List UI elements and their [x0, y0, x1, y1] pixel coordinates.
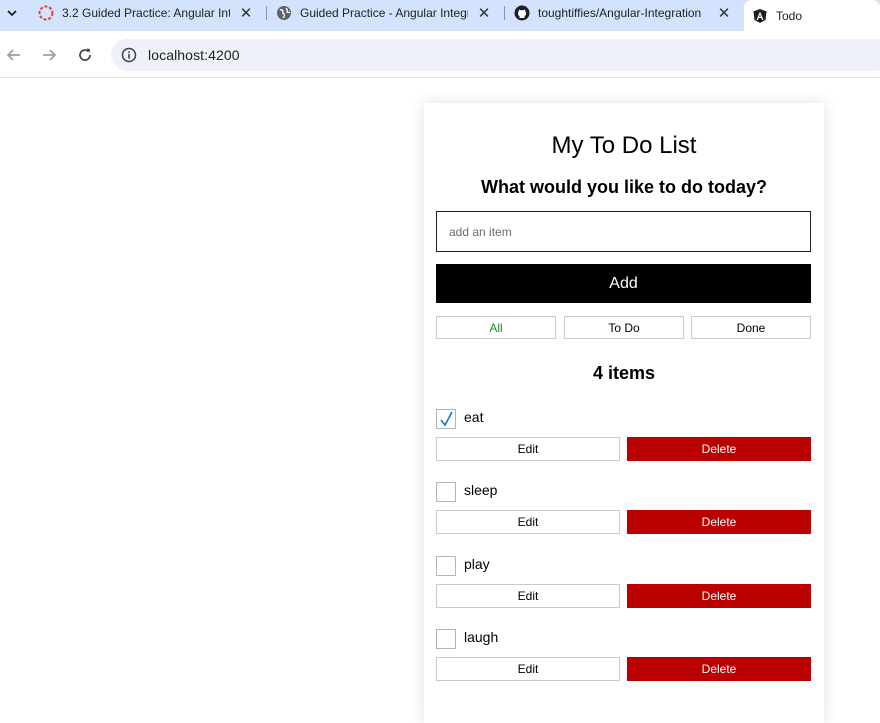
address-bar[interactable]: localhost:4200 [111, 39, 880, 71]
edit-button[interactable]: Edit [436, 437, 620, 461]
filter-done-button[interactable]: Done [691, 316, 811, 339]
tab-todo-active[interactable]: Todo [744, 0, 880, 31]
forward-arrow-icon [43, 49, 57, 61]
tab-strip: 3.2 Guided Practice: Angular Integration… [0, 0, 880, 31]
url-text: localhost:4200 [148, 47, 240, 63]
item-count: 4 items [592, 363, 656, 383]
delete-button[interactable]: Delete [627, 584, 811, 608]
back-arrow-icon [6, 49, 20, 61]
reload-button[interactable] [73, 43, 97, 67]
tab-canvas[interactable]: 3.2 Guided Practice: Angular Integration… [38, 0, 254, 26]
done-checkbox[interactable] [436, 409, 456, 429]
globe-icon [277, 6, 291, 20]
tab-title: Todo [776, 8, 803, 23]
edit-button[interactable]: Edit [436, 657, 620, 681]
angular-icon [753, 8, 767, 23]
todo-label: eat [464, 409, 484, 425]
done-checkbox[interactable] [436, 629, 456, 649]
filter-all-button[interactable]: All [436, 316, 556, 339]
close-icon[interactable]: ✕ [476, 5, 492, 22]
todo-label: sleep [464, 482, 498, 498]
tab-title: Guided Practice - Angular Integration [300, 6, 468, 20]
page-viewport: My To Do List What would you like to do … [0, 79, 880, 723]
tab-title: 3.2 Guided Practice: Angular Integration [62, 6, 230, 20]
tab-title: toughtiffies/Angular-Integration [538, 6, 702, 20]
todo-label: play [464, 556, 490, 572]
todo-card: My To Do List What would you like to do … [424, 103, 824, 723]
tab-divider [266, 6, 267, 20]
delete-button[interactable]: Delete [627, 657, 811, 681]
edit-button[interactable]: Edit [436, 510, 620, 534]
delete-button[interactable]: Delete [627, 437, 811, 461]
reload-icon [79, 48, 91, 61]
canvas-icon [38, 5, 54, 21]
info-icon[interactable] [121, 47, 137, 63]
add-item-input[interactable] [436, 211, 811, 252]
prompt-heading: What would you like to do today? [481, 177, 767, 197]
todo-item: laugh Edit Delete [436, 622, 812, 682]
tab-github[interactable]: toughtiffies/Angular-Integration ✕ [514, 0, 732, 26]
back-button[interactable] [2, 43, 26, 67]
browser-toolbar: localhost:4200 [0, 31, 880, 78]
github-icon [514, 5, 530, 21]
edit-button[interactable]: Edit [436, 584, 620, 608]
forward-button[interactable] [37, 43, 61, 67]
close-icon[interactable]: ✕ [716, 5, 732, 22]
tab-search-button[interactable] [0, 0, 24, 26]
add-button[interactable]: Add [436, 264, 811, 303]
todo-item: play Edit Delete [436, 549, 812, 609]
checkmark-icon [440, 411, 453, 427]
close-icon[interactable]: ✕ [238, 5, 254, 22]
todo-item: sleep Edit Delete [436, 475, 812, 535]
done-checkbox[interactable] [436, 482, 456, 502]
delete-button[interactable]: Delete [627, 510, 811, 534]
todo-item: eat Edit Delete [436, 402, 812, 462]
chevron-down-icon [7, 10, 17, 17]
todo-label: laugh [464, 629, 499, 645]
tab-divider [504, 6, 505, 20]
page-title: My To Do List [551, 132, 697, 159]
filter-todo-button[interactable]: To Do [564, 316, 684, 339]
done-checkbox[interactable] [436, 556, 456, 576]
tab-guided-practice[interactable]: Guided Practice - Angular Integration ✕ [276, 0, 492, 26]
